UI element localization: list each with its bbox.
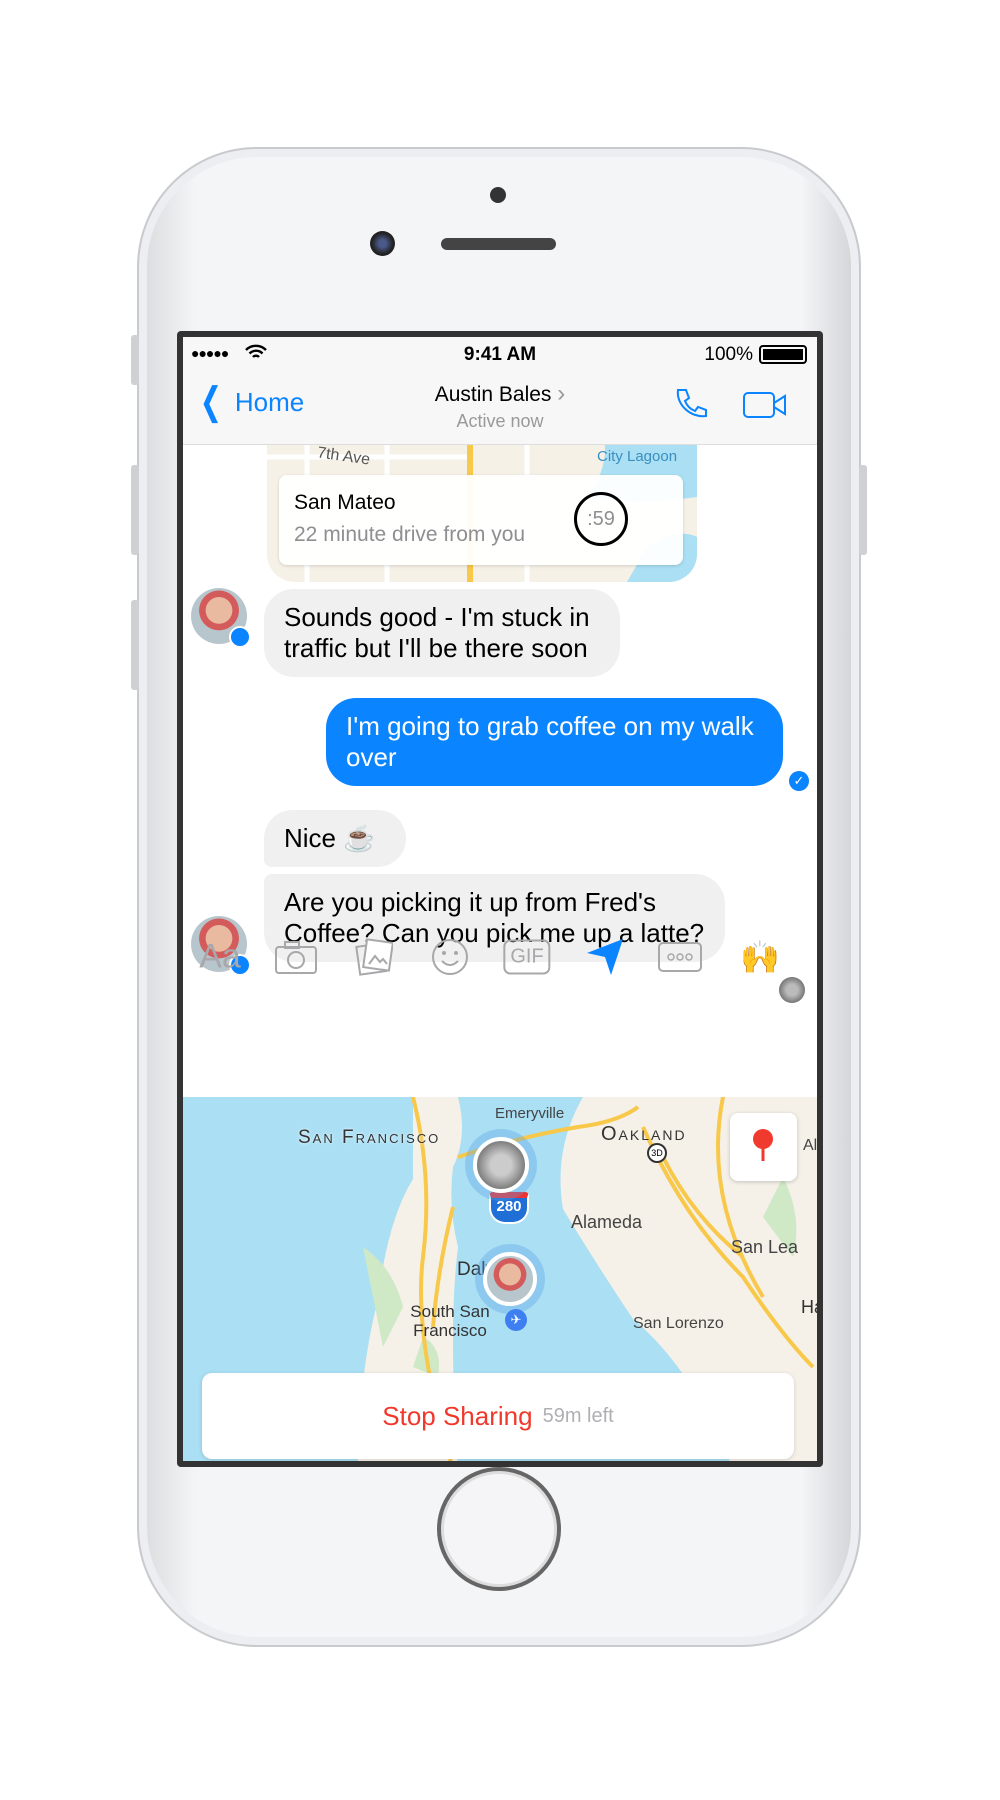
earpiece-speaker — [441, 238, 556, 250]
gif-button[interactable]: GIF — [503, 939, 551, 975]
read-receipt-avatar — [779, 977, 805, 1003]
text-input-button[interactable]: Aa — [199, 938, 241, 977]
map-label: City Lagoon — [597, 448, 678, 465]
friend-location-avatar[interactable] — [473, 1137, 529, 1193]
route-shield-icon: 3D — [647, 1143, 667, 1163]
volume-up-button — [131, 465, 139, 555]
gallery-icon[interactable] — [355, 938, 393, 976]
map-label-al: Al — [803, 1137, 817, 1154]
map-label-south-sf: South San Francisco — [410, 1302, 490, 1340]
phone-call-icon[interactable] — [673, 387, 709, 423]
location-card[interactable]: San Mateo 22 minute drive from you :59 — [279, 475, 683, 565]
conversation-header: ●●●●● 9:41 AM 100% ❮ Home Austin Bales ›… — [183, 337, 817, 445]
map-label-san-leandro: San Lea — [731, 1237, 799, 1257]
time-left: 59m left — [542, 1404, 614, 1427]
battery-percent: 100% — [704, 344, 753, 365]
stop-sharing-button[interactable]: Stop Sharing 59m left — [202, 1373, 794, 1459]
map-pin-icon — [753, 1129, 773, 1161]
battery-icon — [759, 345, 807, 364]
volume-down-button — [131, 600, 139, 690]
video-call-icon[interactable] — [743, 391, 787, 419]
status-bar: ●●●●● 9:41 AM 100% — [183, 337, 817, 373]
proximity-sensor — [490, 187, 506, 203]
contact-name-button[interactable]: Austin Bales › — [183, 380, 817, 408]
message-outgoing: I'm going to grab coffee on my walk over — [326, 698, 783, 786]
presence-status: Active now — [456, 411, 544, 431]
camera-icon[interactable] — [275, 940, 317, 974]
messenger-badge-icon — [229, 626, 251, 648]
location-place: San Mateo — [294, 491, 396, 514]
map-label-san-francisco: San Francisco — [298, 1127, 441, 1148]
contact-avatar[interactable] — [191, 588, 251, 648]
map-label-ha: Ha — [801, 1297, 817, 1317]
map-label-emeryville: Emeryville — [495, 1105, 565, 1122]
chevron-right-icon: › — [557, 380, 566, 407]
location-arrow-icon[interactable] — [585, 937, 625, 977]
delivered-check-icon: ✓ — [789, 771, 809, 791]
raised-hands-emoji-button[interactable]: 🙌 — [740, 938, 780, 976]
front-camera — [370, 231, 395, 256]
drop-pin-button[interactable] — [730, 1113, 797, 1181]
map-label-san-lorenzo: San Lorenzo — [633, 1315, 724, 1332]
screen: 7th Ave City Lagoon San Mateo 22 minute … — [177, 331, 823, 1467]
airport-icon: ✈ — [505, 1309, 527, 1331]
message-incoming: Nice ☕ — [264, 810, 406, 867]
emoji-icon[interactable] — [431, 938, 469, 976]
more-icon[interactable] — [658, 942, 702, 972]
home-button[interactable] — [437, 1467, 561, 1591]
contact-name: Austin Bales — [434, 383, 552, 406]
map-label-alameda: Alameda — [571, 1212, 643, 1232]
message-incoming: Sounds good - I'm stuck in traffic but I… — [264, 589, 620, 677]
location-detail: 22 minute drive from you — [294, 523, 526, 546]
highway-shield-icon: 280 — [489, 1192, 529, 1224]
my-location-avatar[interactable] — [483, 1252, 537, 1306]
stop-sharing-label: Stop Sharing — [382, 1400, 533, 1431]
power-button — [859, 465, 867, 555]
map-label-oakland: Oakland — [601, 1123, 687, 1145]
countdown-timer: :59 — [574, 492, 628, 546]
message-incoming: Are you picking it up from Fred's Coffee… — [264, 874, 725, 962]
live-location-map[interactable]: San Francisco Emeryville Oakland Al Alam… — [183, 1097, 817, 1461]
mute-switch — [131, 335, 139, 385]
